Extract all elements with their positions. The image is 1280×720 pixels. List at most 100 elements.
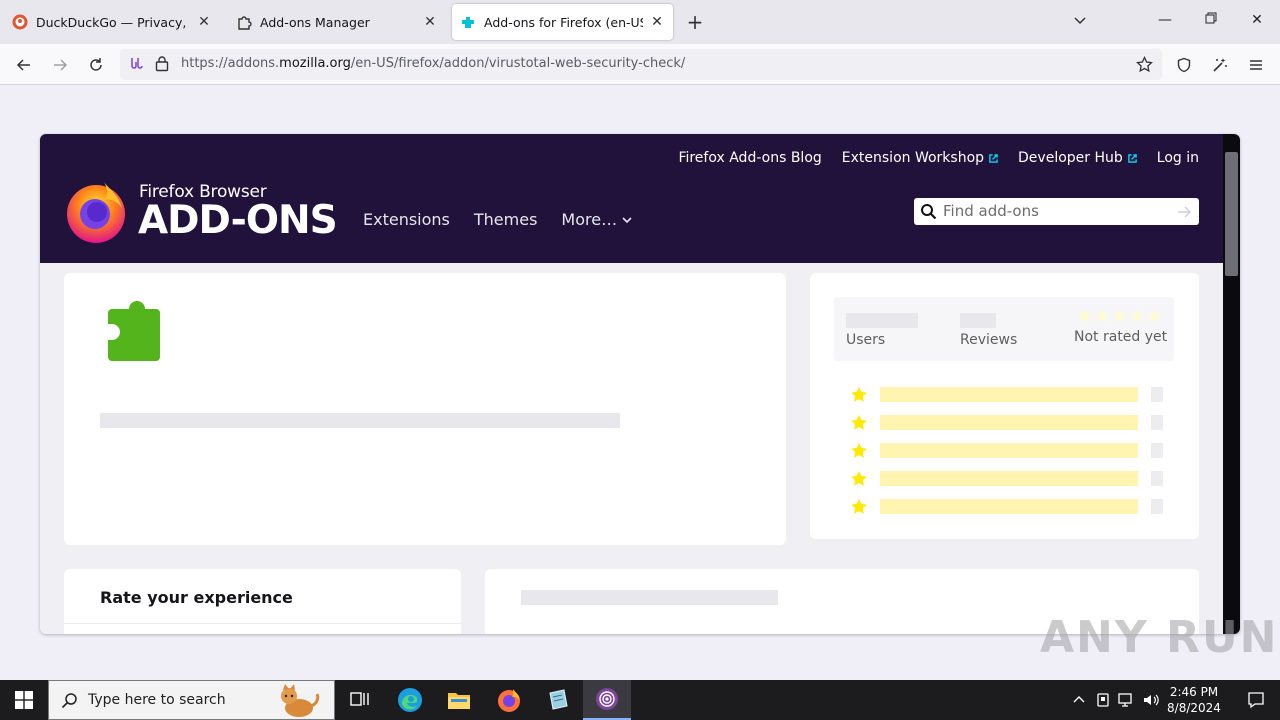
close-window-button[interactable]: ✕ (1247, 12, 1267, 28)
main-nav: Extensions Themes More… (363, 210, 633, 229)
star-icon (851, 471, 867, 486)
url-text[interactable]: https://addons.mozilla.org/en-US/firefox… (181, 56, 685, 71)
addon-puzzle-icon (106, 295, 162, 365)
extension-workshop-link[interactable]: Extension Workshop (842, 150, 998, 166)
search-submit-icon[interactable] (1176, 204, 1192, 224)
reviews-label: Reviews (960, 332, 1018, 348)
restore-button[interactable] (1201, 12, 1221, 28)
tab-addons-for-firefox[interactable]: Add-ons for Firefox (en-US) ✕ (452, 4, 673, 40)
system-clock[interactable]: 2:46 PM 8/8/2024 (1160, 684, 1228, 716)
scrollbar-thumb[interactable] (1225, 152, 1238, 276)
notifications-icon[interactable] (1232, 680, 1280, 720)
tab-title: Add-ons for Firefox (en-US) (484, 14, 643, 30)
puzzle-icon (236, 14, 252, 30)
amo-header: Firefox Add-ons Blog Extension Workshop … (40, 134, 1223, 263)
shield-icon[interactable] (1173, 54, 1195, 76)
hamburger-menu-icon[interactable] (1245, 54, 1267, 76)
new-tab-button[interactable]: + (684, 10, 706, 34)
empty-star-icon (1095, 309, 1109, 323)
developer-hub-link[interactable]: Developer Hub (1018, 150, 1137, 166)
nav-more[interactable]: More… (561, 210, 633, 229)
close-tab-icon[interactable]: ✕ (196, 14, 212, 30)
device-icon[interactable] (1096, 692, 1110, 711)
addon-info-card (64, 273, 786, 545)
web-page: Firefox Add-ons Blog Extension Workshop … (40, 134, 1240, 634)
forward-button[interactable] (49, 54, 71, 76)
rating-text: Not rated yet (1074, 329, 1168, 345)
external-link-icon (989, 153, 998, 163)
reload-icon (90, 58, 102, 71)
back-button[interactable] (13, 54, 35, 76)
star-icon (851, 387, 867, 402)
tor-browser-icon[interactable] (583, 680, 631, 720)
notes-app-icon[interactable] (534, 680, 582, 720)
bookmark-star-icon[interactable] (1136, 55, 1153, 77)
permissions-icon[interactable] (128, 56, 144, 76)
loading-placeholder (100, 413, 620, 428)
close-tab-icon[interactable]: ✕ (422, 14, 438, 30)
network-icon[interactable] (1118, 692, 1136, 711)
task-view-icon[interactable] (336, 680, 384, 720)
forward-arrow-icon (54, 59, 68, 71)
tab-title: Add-ons Manager (260, 14, 370, 30)
empty-star-icon (1147, 309, 1162, 323)
divider (64, 623, 461, 624)
addons-icon (460, 14, 476, 30)
rating-stars-icon (1077, 309, 1165, 328)
rate-experience-card: Rate your experience (64, 569, 461, 634)
reviews-count-placeholder (960, 313, 996, 328)
tab-title: DuckDuckGo — Privacy, simplified. (36, 14, 190, 30)
users-label: Users (846, 332, 886, 348)
empty-star-icon (1077, 309, 1092, 323)
extensions-icon[interactable] (1209, 54, 1231, 76)
rating-row-1[interactable] (850, 498, 1165, 514)
navigation-toolbar: https://addons.mozilla.org/en-US/firefox… (0, 44, 1280, 85)
close-tab-icon[interactable]: ✕ (649, 14, 665, 30)
chevron-up-icon[interactable] (1072, 693, 1086, 710)
start-button[interactable] (0, 680, 48, 720)
minimize-button[interactable]: — (1155, 12, 1175, 28)
search-icon (920, 203, 937, 224)
edge-icon[interactable] (386, 680, 434, 720)
lock-icon[interactable] (154, 55, 170, 76)
users-count-placeholder (846, 313, 918, 328)
windows-logo-icon (15, 691, 33, 709)
duckduckgo-icon (12, 14, 28, 30)
url-bar[interactable]: https://addons.mozilla.org/en-US/firefox… (120, 49, 1162, 80)
taskbar-search-input[interactable]: Type here to search (48, 680, 335, 720)
stats-summary: Users Reviews Not rated yet (834, 297, 1174, 361)
star-icon (851, 443, 867, 458)
reload-button[interactable] (85, 54, 107, 76)
empty-star-icon (1112, 309, 1127, 323)
rating-row-2[interactable] (850, 470, 1165, 486)
external-link-icon (1128, 153, 1137, 163)
addons-blog-link[interactable]: Firefox Add-ons Blog (678, 150, 821, 166)
windows-taskbar: Type here to search 2:46 PM 8/8/2024 (0, 680, 1280, 720)
rating-row-3[interactable] (850, 442, 1165, 458)
nav-extensions[interactable]: Extensions (363, 210, 450, 229)
firefox-taskbar-icon[interactable] (485, 680, 533, 720)
brand-addons[interactable]: ADD-ONS (138, 198, 338, 243)
rate-heading: Rate your experience (100, 588, 293, 607)
firefox-logo-icon[interactable] (64, 178, 128, 248)
top-links: Firefox Add-ons Blog Extension Workshop … (678, 150, 1199, 166)
list-all-tabs-icon[interactable] (1072, 12, 1088, 32)
addon-stats-card: Users Reviews Not rated yet (810, 273, 1199, 539)
nav-themes[interactable]: Themes (474, 210, 538, 229)
loading-placeholder (521, 590, 778, 605)
search-icon (61, 692, 78, 713)
star-icon (851, 499, 867, 514)
file-explorer-icon[interactable] (435, 680, 483, 720)
tab-addons-manager[interactable]: Add-ons Manager ✕ (228, 4, 446, 40)
star-icon (851, 415, 867, 430)
rating-row-4[interactable] (850, 414, 1165, 430)
login-link[interactable]: Log in (1157, 150, 1199, 166)
rating-row-5[interactable] (850, 386, 1165, 402)
page-scrollbar[interactable] (1223, 134, 1240, 634)
empty-star-icon (1130, 309, 1144, 323)
anyrun-watermark: ANY RUN (1040, 612, 1279, 663)
back-arrow-icon (16, 59, 30, 71)
volume-icon[interactable] (1142, 692, 1160, 711)
addon-search-input[interactable]: Find add-ons (914, 198, 1199, 225)
tab-duckduckgo[interactable]: DuckDuckGo — Privacy, simplified. ✕ (4, 4, 220, 40)
